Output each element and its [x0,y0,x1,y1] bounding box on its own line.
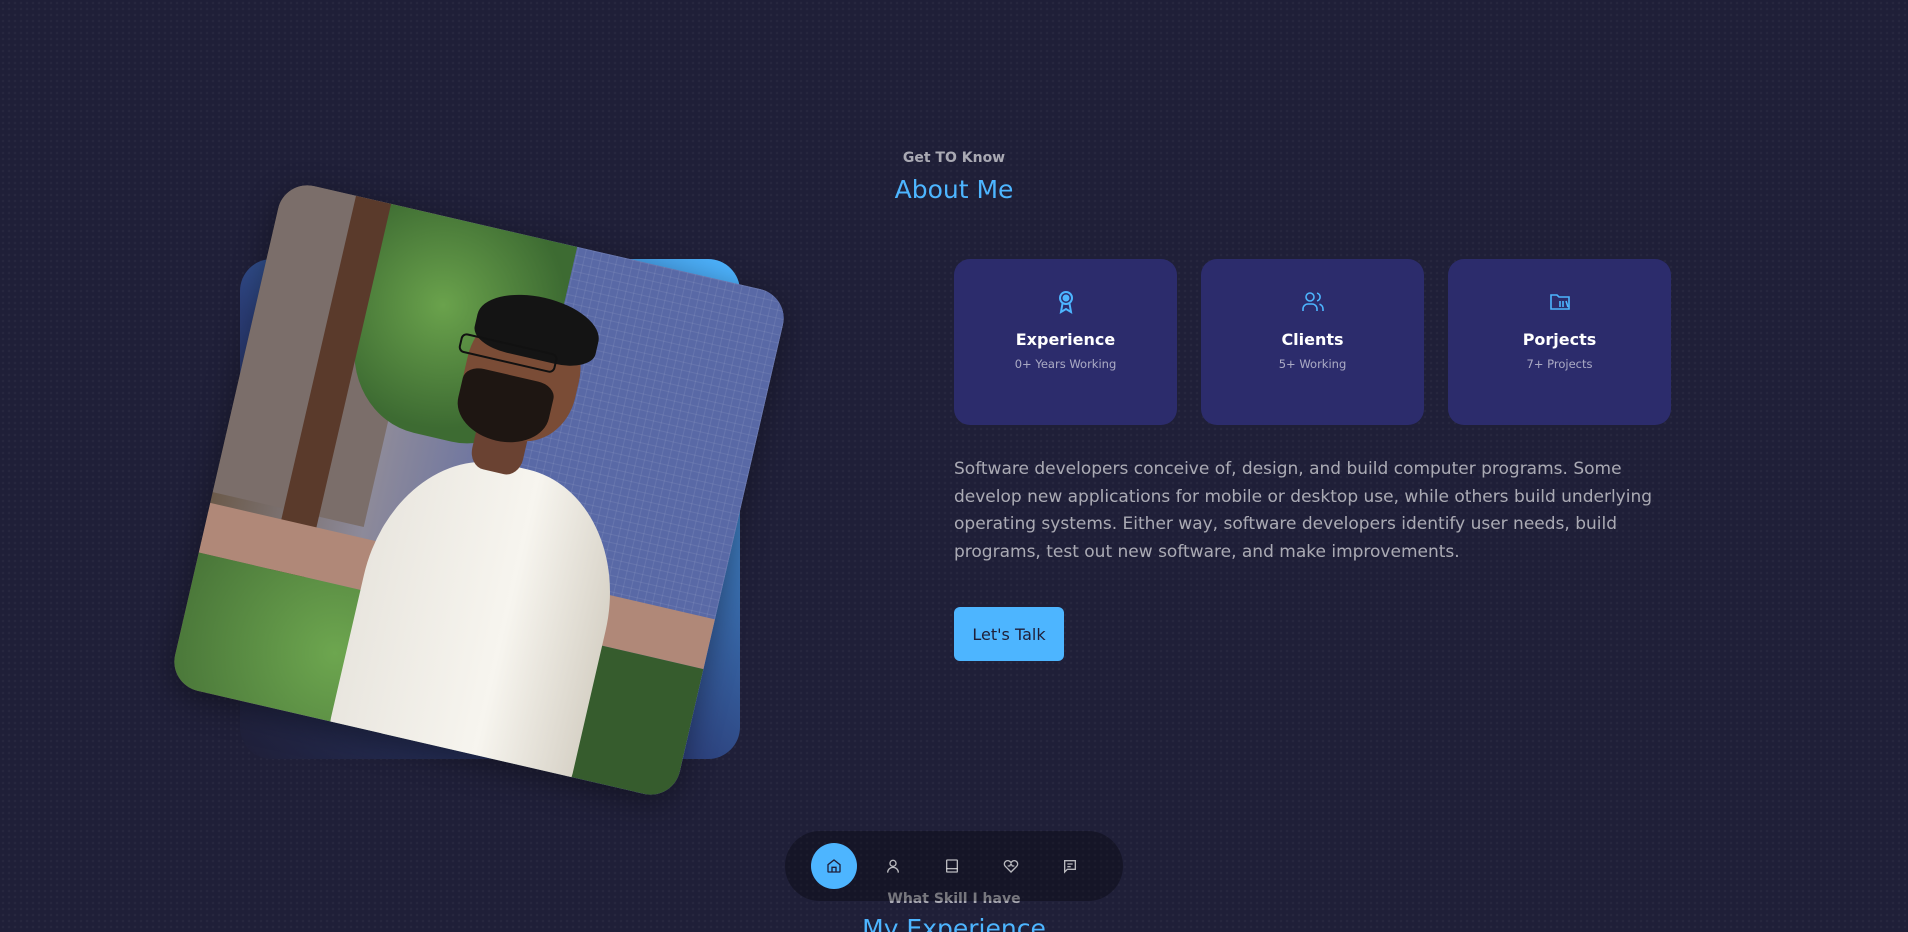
about-paragraph: Software developers conceive of, design,… [954,459,1653,562]
card-subtitle: 0+ Years Working [1014,357,1117,371]
award-icon [1054,290,1078,314]
nav-contact[interactable] [1047,843,1093,889]
card-projects: Porjects 7+ Projects [1448,259,1671,425]
services-icon [1003,858,1019,874]
users-icon [1301,290,1325,314]
card-subtitle: 7+ Projects [1526,357,1593,371]
nav-services[interactable] [988,843,1034,889]
card-title: Experience [1015,330,1116,349]
user-icon [885,858,901,874]
lets-talk-button[interactable]: Let's Talk [954,607,1064,661]
folder-icon [1548,290,1572,314]
nav-about[interactable] [870,843,916,889]
about-cards: Experience 0+ Years Working Clients 5+ W… [954,259,1671,425]
card-title: Clients [1281,330,1344,349]
home-icon [826,858,842,874]
nav-home[interactable] [811,843,857,889]
card-subtitle: 5+ Working [1278,357,1347,371]
floating-nav [785,831,1123,901]
nav-experience[interactable] [929,843,975,889]
card-experience: Experience 0+ Years Working [954,259,1177,425]
card-clients: Clients 5+ Working [1201,259,1424,425]
section-eyebrow: Get TO Know [902,150,1006,166]
book-icon [944,858,960,874]
card-title: Porjects [1522,330,1597,349]
profile-photo-frame [168,179,790,801]
next-section-title: My Experience [862,914,1046,932]
message-icon [1062,858,1078,874]
